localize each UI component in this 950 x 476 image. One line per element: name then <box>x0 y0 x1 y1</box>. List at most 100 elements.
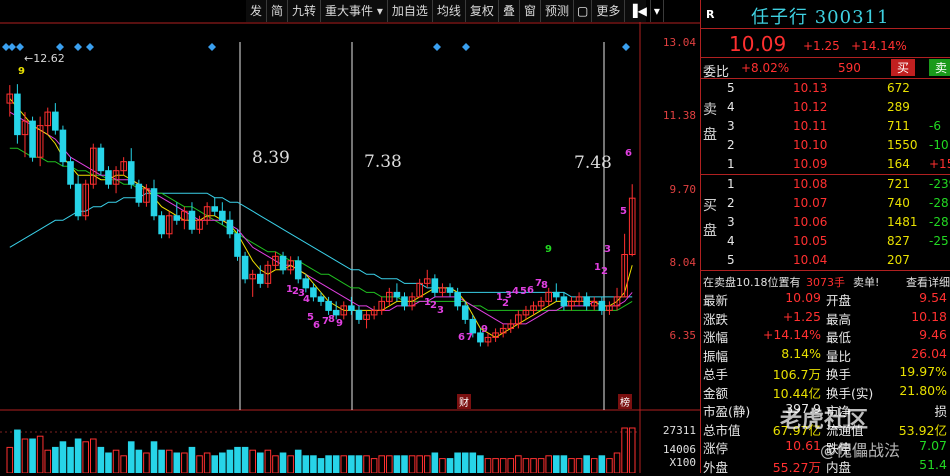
volume-bar <box>477 455 484 473</box>
toolbar-button[interactable]: 均线 <box>433 0 466 22</box>
volume-bar <box>74 438 82 473</box>
signal-diamond <box>8 43 16 51</box>
book-price: 10.10 <box>793 138 828 152</box>
kline-chart-svg[interactable] <box>0 22 700 473</box>
stat-value: 10.18 <box>911 308 947 324</box>
order-book-row[interactable]: 5 10.04 207 <box>701 251 950 270</box>
volume-bar <box>21 438 29 473</box>
finance-tag[interactable]: 财 <box>457 394 471 409</box>
book-volume: 672 <box>887 81 910 95</box>
volume-bar <box>386 455 393 473</box>
sell-button[interactable]: 卖 <box>929 59 950 76</box>
volume-bar <box>583 455 590 473</box>
toolbar-button[interactable]: 更多 <box>592 0 626 22</box>
volume-bar <box>241 446 249 473</box>
order-book-row[interactable]: 4 10.05 827 -25 <box>701 232 950 251</box>
toolbar-button[interactable]: ▐◀ <box>625 0 651 22</box>
volume-bar <box>378 455 386 473</box>
stat-value: 26.04 <box>911 345 947 361</box>
td-count-marker: 9 <box>481 324 488 335</box>
stats-row: 涨幅 +14.14% 最低 9.46 <box>701 326 950 345</box>
peak-price-value: 12.62 <box>33 52 65 65</box>
candle-body <box>150 188 158 217</box>
book-change: -25 <box>929 234 949 248</box>
volume-bar <box>143 452 150 473</box>
stat-label: 涨停 <box>703 441 729 456</box>
toolbar-button[interactable]: 发 <box>246 0 268 22</box>
toolbar-button[interactable]: 九转 <box>288 0 322 22</box>
candle-body <box>310 287 317 298</box>
td-count-marker: 8 <box>541 280 548 291</box>
volume-bar <box>454 452 461 473</box>
book-level: 3 <box>727 119 735 133</box>
td-count-marker: 9 <box>545 244 552 255</box>
toolbar-button[interactable]: 复权 <box>466 0 499 22</box>
candle-body <box>431 278 439 293</box>
toolbar-button[interactable]: ▢ <box>574 0 593 22</box>
toolbar-button[interactable]: 叠 <box>499 0 520 22</box>
toolbar-button[interactable]: 重大事件 ▾ <box>321 0 388 22</box>
order-book-row[interactable]: 4 10.12 289 <box>701 98 950 117</box>
view-detail-link[interactable]: 查看详细 <box>906 274 950 290</box>
order-book-row[interactable]: 2 10.07 740 -28 <box>701 194 950 213</box>
candle-body <box>97 147 105 172</box>
alert-volume: 3073手 <box>806 276 845 289</box>
volume-bar <box>484 458 492 473</box>
volume-bar <box>507 458 515 473</box>
volume-bar <box>598 455 606 473</box>
order-book-row[interactable]: 3 10.06 1481 -281 <box>701 213 950 232</box>
stat-label: 换手(实) <box>826 385 874 401</box>
book-change: -239 <box>929 177 950 191</box>
alert-text: 在卖盘10.18位置有 <box>703 276 801 289</box>
book-volume: 289 <box>887 100 910 114</box>
order-book-row[interactable]: 2 10.10 1550 -1011 <box>701 136 950 155</box>
candle-body <box>241 255 249 280</box>
candle-body <box>469 318 477 334</box>
stat-label: 总市值 <box>703 422 741 438</box>
volume-bar <box>135 449 143 473</box>
td-count-marker: 8 <box>328 314 335 325</box>
stat-label: 最低 <box>826 330 852 345</box>
toolbar-button[interactable]: ▾ <box>651 0 664 22</box>
stock-name[interactable]: 任子行 300311 <box>751 3 889 29</box>
candle-body <box>188 210 196 230</box>
toolbar-button[interactable]: 预测 <box>541 0 574 22</box>
stat-label: 换手 <box>826 367 852 382</box>
td-count-marker: 9 <box>336 318 343 329</box>
volume-bar <box>423 455 431 473</box>
volume-bar <box>89 438 97 473</box>
candle-body <box>29 120 36 158</box>
volume-bar <box>173 452 181 473</box>
toolbar-button[interactable]: 简 <box>267 0 289 22</box>
td-count-marker: 3 <box>505 290 512 301</box>
toolbar-button[interactable]: 加自选 <box>388 0 433 22</box>
stat-label: 金额 <box>703 385 729 401</box>
volume-bar <box>606 458 613 473</box>
buy-button[interactable]: 买 <box>891 59 916 76</box>
volume-bar <box>553 455 560 473</box>
toolbar-button[interactable]: 窗 <box>520 0 541 22</box>
order-book-row[interactable]: 1 10.08 721 -239 <box>701 175 950 194</box>
book-level: 1 <box>727 177 735 191</box>
volume-bar <box>348 455 355 473</box>
order-book-row[interactable]: 1 10.09 164 +159 <box>701 155 950 174</box>
volume-bar <box>287 455 294 473</box>
book-change: -1011 <box>929 138 950 152</box>
stat-value: 8.14% <box>781 345 821 361</box>
volume-bar <box>590 458 598 473</box>
stat-value: 9.54 <box>919 290 947 305</box>
candle-body <box>279 255 287 271</box>
order-book-row[interactable]: 3 10.11 711 -6 <box>701 117 950 136</box>
kline-chart[interactable]: 13.04 11.38 9.70 8.04 6.35 27311 14006 X… <box>0 22 700 473</box>
candle-body <box>401 296 408 307</box>
watermark: 老虎社区 <box>780 408 869 433</box>
book-level: 1 <box>727 157 735 171</box>
stat-label: 涨幅 <box>703 330 729 345</box>
candle-body <box>59 129 67 163</box>
order-book-row[interactable]: 5 10.13 672 <box>701 79 950 98</box>
dragon-tiger-tag[interactable]: 榜 <box>618 394 632 409</box>
stat-label: 市盈(静) <box>703 404 751 419</box>
volume-bar <box>530 458 537 473</box>
stat-value: 10.61 <box>785 438 821 453</box>
stat-value: 9.46 <box>919 327 947 342</box>
